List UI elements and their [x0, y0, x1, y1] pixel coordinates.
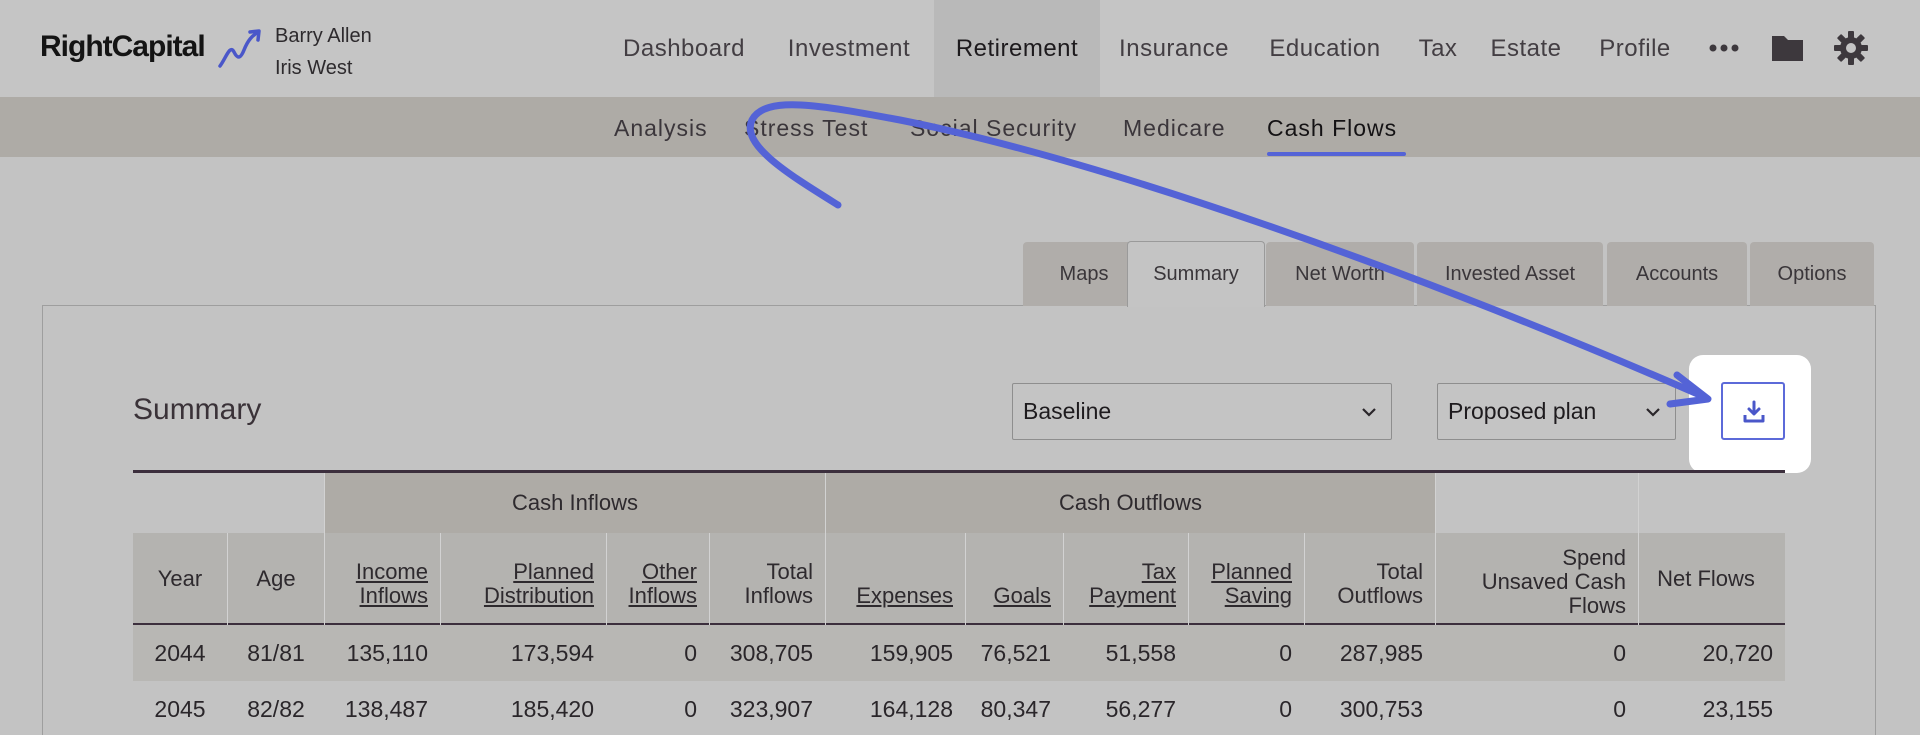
annotation-arrow [746, 101, 1712, 408]
